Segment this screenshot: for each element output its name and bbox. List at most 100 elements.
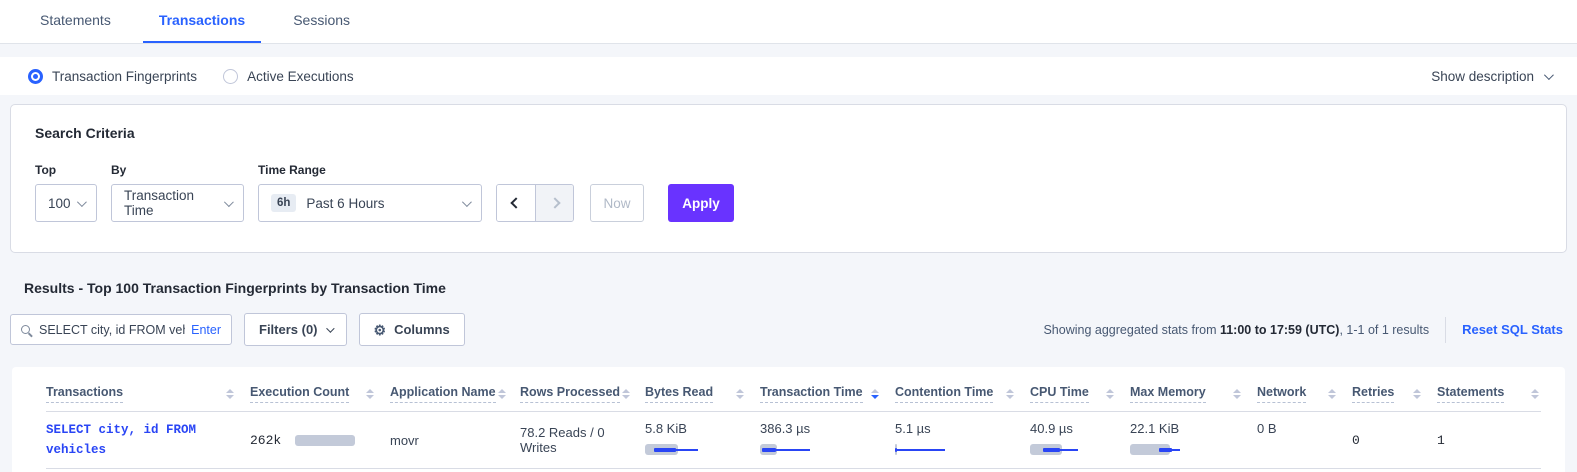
col-header-application-name: Application Name xyxy=(390,377,520,411)
tab-sessions[interactable]: Sessions xyxy=(277,12,366,43)
col-header-contention-time: Contention Time xyxy=(895,377,1030,411)
radio-active-executions[interactable]: Active Executions xyxy=(223,69,354,84)
radio-unselected-icon xyxy=(223,69,238,84)
max-memory-bar xyxy=(1130,444,1202,455)
reset-sql-stats-link[interactable]: Reset SQL Stats xyxy=(1445,317,1563,343)
top-field: Top 100 xyxy=(35,163,97,222)
transaction-fingerprint-link[interactable]: SELECT city, id FROM vehicles xyxy=(46,420,226,460)
time-next-button[interactable] xyxy=(535,185,573,221)
top-select-value: 100 xyxy=(48,196,71,211)
search-criteria-title: Search Criteria xyxy=(35,125,1542,141)
sort-icon[interactable] xyxy=(224,387,236,401)
time-range-field: Time Range 6h Past 6 Hours xyxy=(258,163,482,222)
bytes-read-bar xyxy=(645,444,717,455)
cell-transaction-time: 386.3 µs xyxy=(760,412,895,468)
chevron-down-icon xyxy=(462,197,472,207)
results-title: Results - Top 100 Transaction Fingerprin… xyxy=(24,280,1577,296)
time-range-value: Past 6 Hours xyxy=(306,196,384,211)
cell-cpu-time: 40.9 µs xyxy=(1030,412,1130,468)
col-header-retries: Retries xyxy=(1352,377,1437,411)
sort-icon[interactable] xyxy=(1411,387,1423,401)
cell-statements: 1 xyxy=(1437,412,1555,468)
results-controls: Enter Filters (0) ⚙ Columns Showing aggr… xyxy=(10,313,1563,346)
search-icon xyxy=(21,325,30,334)
chevron-down-icon xyxy=(77,197,87,207)
results-table: Transactions Execution Count Application… xyxy=(12,367,1565,472)
filters-button[interactable]: Filters (0) xyxy=(244,313,347,346)
view-toggle-band: Transaction Fingerprints Active Executio… xyxy=(0,57,1577,95)
sort-icon[interactable] xyxy=(1004,387,1016,401)
top-select[interactable]: 100 xyxy=(35,184,97,222)
col-header-statements: Statements xyxy=(1437,377,1555,411)
cell-max-memory: 22.1 KiB xyxy=(1130,412,1257,468)
chevron-left-icon xyxy=(510,197,521,208)
time-nav-group xyxy=(496,184,574,222)
sort-icon[interactable] xyxy=(364,387,376,401)
tab-statements[interactable]: Statements xyxy=(24,12,127,43)
apply-button[interactable]: Apply xyxy=(668,184,734,222)
time-range-badge: 6h xyxy=(271,194,296,212)
gear-icon: ⚙ xyxy=(374,323,387,337)
show-description-toggle[interactable]: Show description xyxy=(1431,69,1551,84)
chevron-down-icon xyxy=(1544,70,1554,80)
col-header-rows-processed: Rows Processed xyxy=(520,377,645,411)
col-header-transaction-time: Transaction Time xyxy=(760,377,895,411)
by-label: By xyxy=(111,163,244,177)
now-button[interactable]: Now xyxy=(590,184,644,222)
col-header-network: Network xyxy=(1257,377,1352,411)
col-header-cpu-time: CPU Time xyxy=(1030,377,1130,411)
chevron-down-icon xyxy=(224,197,234,207)
radio-label: Active Executions xyxy=(247,69,354,84)
col-header-execution-count: Execution Count xyxy=(250,377,390,411)
search-input[interactable] xyxy=(39,323,185,337)
sort-icon[interactable] xyxy=(1326,387,1338,401)
cell-retries: 0 xyxy=(1352,412,1437,468)
sort-icon[interactable] xyxy=(1529,387,1541,401)
sort-icon[interactable] xyxy=(496,387,508,401)
page-tabs: Statements Transactions Sessions xyxy=(0,0,1577,44)
search-enter-button[interactable]: Enter xyxy=(191,323,221,337)
col-header-max-memory: Max Memory xyxy=(1130,377,1257,411)
cell-transaction: SELECT city, id FROM vehicles xyxy=(46,412,250,468)
filters-label: Filters (0) xyxy=(259,322,318,337)
cell-application-name: movr xyxy=(390,412,520,468)
top-label: Top xyxy=(35,163,97,177)
time-prev-button[interactable] xyxy=(497,185,535,221)
cell-bytes-read: 5.8 KiB xyxy=(645,412,760,468)
search-criteria-card: Search Criteria Top 100 By Transaction T… xyxy=(10,104,1567,253)
time-range-select[interactable]: 6h Past 6 Hours xyxy=(258,184,482,222)
cell-rows-processed: 78.2 Reads / 0 Writes xyxy=(520,412,645,468)
tab-transactions[interactable]: Transactions xyxy=(143,12,261,43)
execution-count-bar xyxy=(295,435,367,446)
cpu-time-bar xyxy=(1030,444,1102,455)
by-select[interactable]: Transaction Time xyxy=(111,184,244,222)
by-select-value: Transaction Time xyxy=(124,188,224,218)
sort-icon-active-desc[interactable] xyxy=(869,387,881,401)
by-field: By Transaction Time xyxy=(111,163,244,222)
sort-icon[interactable] xyxy=(1104,387,1116,401)
sql-search-box: Enter xyxy=(10,314,232,345)
transaction-time-bar xyxy=(760,444,832,455)
cell-contention-time: 5.1 µs xyxy=(895,412,1030,468)
columns-button[interactable]: ⚙ Columns xyxy=(359,313,465,346)
chevron-down-icon xyxy=(326,324,334,332)
columns-label: Columns xyxy=(394,322,450,337)
table-row: SELECT city, id FROM vehicles 262k movr … xyxy=(46,412,1555,468)
cell-execution-count: 262k xyxy=(250,412,390,468)
sort-icon[interactable] xyxy=(734,387,746,401)
col-header-transactions: Transactions xyxy=(46,377,250,411)
sort-icon[interactable] xyxy=(620,387,632,401)
show-description-label: Show description xyxy=(1431,69,1534,84)
table-header-row: Transactions Execution Count Application… xyxy=(46,377,1555,411)
aggregated-stats-text: Showing aggregated stats from 11:00 to 1… xyxy=(1043,323,1429,337)
radio-selected-icon xyxy=(28,69,43,84)
radio-transaction-fingerprints[interactable]: Transaction Fingerprints xyxy=(28,69,197,84)
chevron-right-icon xyxy=(549,197,560,208)
view-toggle-group: Transaction Fingerprints Active Executio… xyxy=(28,69,354,84)
sort-icon[interactable] xyxy=(1231,387,1243,401)
contention-time-bar xyxy=(895,444,967,455)
time-range-label: Time Range xyxy=(258,163,482,177)
radio-label: Transaction Fingerprints xyxy=(52,69,197,84)
col-header-bytes-read: Bytes Read xyxy=(645,377,760,411)
cell-network: 0 B xyxy=(1257,412,1352,468)
